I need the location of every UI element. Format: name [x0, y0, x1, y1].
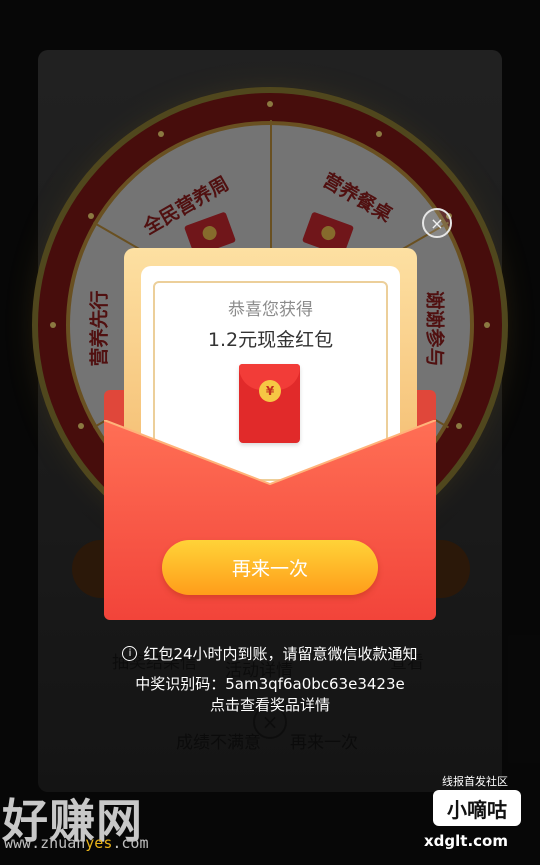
- prize-name: 1.2元现金红包: [207, 329, 334, 351]
- prize-code: 中奖识别码：5am3qf6a0bc63e3423e: [135, 675, 405, 693]
- brand-logo: 小嘀咕: [433, 790, 521, 826]
- watermark-url-accent: yes: [85, 834, 113, 852]
- watermark-url-prefix: www.zhuan: [4, 834, 86, 852]
- yuan-coin-icon: ¥: [259, 380, 281, 402]
- prize-details-link[interactable]: 点击查看奖品详情: [0, 694, 540, 715]
- watermark-url-suffix: .com: [112, 834, 149, 852]
- payout-notice-text: 红包24小时内到账，请留意微信收款通知: [143, 645, 418, 663]
- info-icon: i: [122, 646, 138, 661]
- logo-url: xdglt.com: [424, 832, 508, 850]
- play-again-button[interactable]: 再来一次: [162, 540, 378, 595]
- logo-tagline: 线报首发社区: [442, 775, 508, 788]
- close-icon[interactable]: ×: [422, 208, 452, 238]
- site-watermark-url: www.zhuanyes.com: [4, 834, 149, 852]
- congrats-text: 恭喜您获得: [228, 300, 313, 320]
- payout-notice: i 红包24小时内到账，请留意微信收款通知: [0, 643, 540, 664]
